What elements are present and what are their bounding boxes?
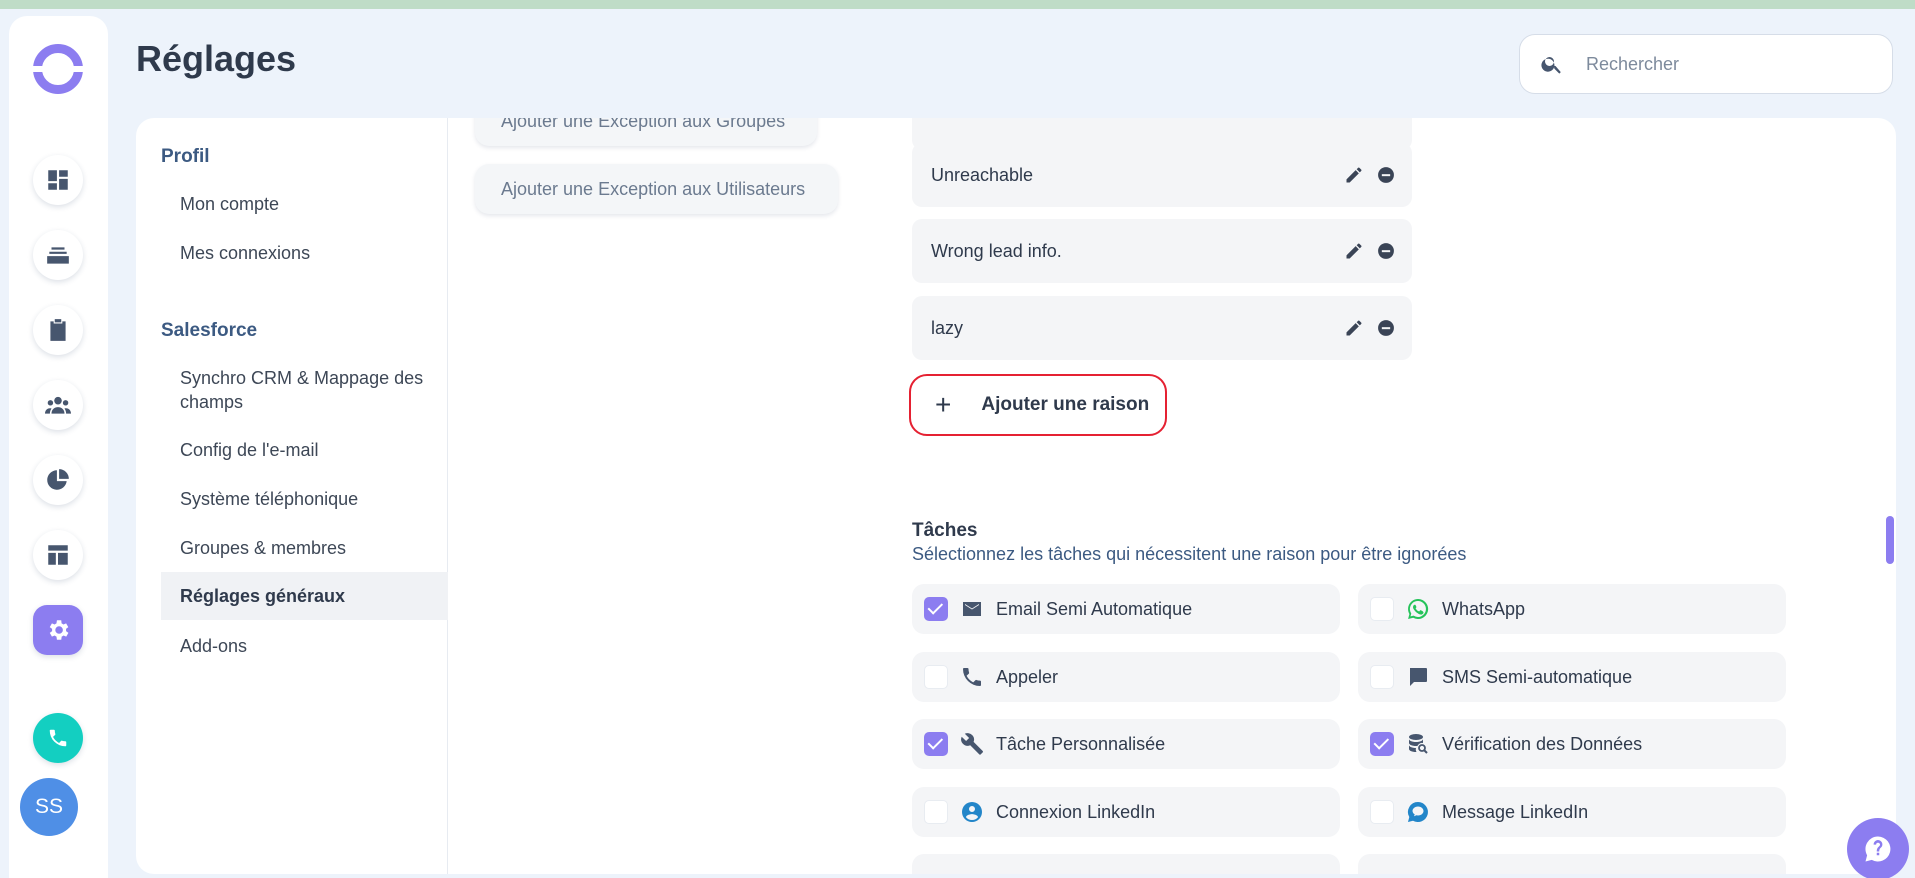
nav-item-mes-connexions[interactable]: Mes connexions [161,241,448,265]
nav-dialer[interactable] [33,713,83,763]
task-label: Connexion LinkedIn [996,801,1156,822]
reason-item: Unreachable [912,143,1412,207]
help-chat-icon [1865,836,1891,862]
help-chat-button[interactable] [1847,818,1909,878]
task-label: Tâche Personnalisée [996,733,1166,754]
nav-reports[interactable] [33,455,83,505]
add-reason-label: Ajouter une raison [981,394,1150,415]
task-label: Appeler [996,666,1059,687]
nav-inbox[interactable] [33,230,83,280]
linkedin-message-icon [1407,801,1428,822]
phone-icon [963,668,981,686]
tasks-subtitle: Sélectionnez les tâches qui nécessitent … [912,544,1467,564]
nav-item-systeme-telephonique[interactable]: Système téléphonique [161,487,448,511]
task-message-linkedin[interactable]: Message LinkedIn [1358,787,1786,837]
plus-icon: + [935,389,952,420]
nav-section-salesforce: Salesforce [161,320,258,341]
remove-icon[interactable] [1376,241,1396,261]
task-verification-donnees[interactable]: Vérification des Données [1358,719,1786,769]
reason-label: Wrong lead info. [931,240,1062,261]
pie-chart-icon [47,469,69,490]
database-search-icon [1409,734,1428,754]
nav-templates[interactable] [33,530,83,580]
edit-icon[interactable] [1344,318,1364,338]
task-checkbox[interactable] [1370,665,1394,689]
nav-item-reglages-generaux[interactable]: Réglages généraux [161,572,448,620]
task-checkbox[interactable] [1370,597,1394,621]
nav-dashboard[interactable] [33,155,83,205]
top-stripe [0,0,1915,9]
task-checkbox[interactable] [924,732,948,756]
nav-section-profil: Profil [161,146,210,167]
nav-contacts[interactable] [33,380,83,430]
task-email-semi-auto[interactable]: Email Semi Automatique [912,584,1340,634]
tasks-title: Tâches [912,520,978,541]
app-logo[interactable] [30,44,86,94]
remove-icon[interactable] [1376,165,1396,185]
task-connexion-linkedin[interactable]: Connexion LinkedIn [912,787,1340,837]
reason-item: lazy [912,296,1412,360]
search-box[interactable] [1519,34,1893,94]
nav-item-config-email[interactable]: Config de l'e-mail [161,438,448,462]
task-personnalisee[interactable]: Tâche Personnalisée [912,719,1340,769]
edit-icon[interactable] [1344,165,1364,185]
envelope-icon [963,602,981,616]
task-checkbox[interactable] [1370,800,1394,824]
task-checkbox[interactable] [1370,732,1394,756]
task-checkbox[interactable] [924,800,948,824]
edit-icon[interactable] [1344,241,1364,261]
dashboard-icon [48,170,68,190]
wrench-icon [961,733,983,755]
task-sms[interactable]: SMS Semi-automatique [1358,652,1786,702]
nav-settings[interactable] [33,605,83,655]
task-partial-row [912,854,1340,874]
search-icon [1541,57,1561,74]
reason-label: lazy [931,317,964,338]
add-group-exception-button[interactable]: Ajouter une Exception aux Groupes [475,118,817,146]
task-label: Email Semi Automatique [996,598,1193,619]
reason-label: Unreachable [931,164,1034,185]
nav-item-groupes-membres[interactable]: Groupes & membres [161,536,448,560]
page-title: Réglages [136,38,297,79]
settings-panel: Profil Mon compte Mes connexions Salesfo… [136,118,1896,874]
reason-item: Wrong lead info. [912,219,1412,283]
task-label: WhatsApp [1442,598,1526,619]
scrollbar-thumb[interactable] [1886,516,1894,564]
task-whatsapp[interactable]: WhatsApp [1358,584,1786,634]
task-label: Vérification des Données [1442,733,1643,754]
add-reason-button[interactable]: + Ajouter une raison [909,374,1167,436]
gear-icon [49,620,69,640]
chat-bubble-icon [1410,668,1427,686]
task-partial-row [1358,854,1786,874]
clipboard-icon [50,319,66,341]
layout-icon [48,545,68,565]
task-checkbox[interactable] [924,665,948,689]
nav-tasks[interactable] [33,305,83,355]
nav-item-add-ons[interactable]: Add-ons [161,634,448,658]
nav-item-synchro-crm[interactable]: Synchro CRM & Mappage des champs [161,366,448,414]
task-label: SMS Semi-automatique [1442,666,1633,687]
phone-icon [49,729,67,747]
whatsapp-icon [1408,598,1429,619]
people-icon [45,396,71,414]
linkedin-person-icon [962,802,982,822]
settings-nav: Profil Mon compte Mes connexions Salesfo… [136,118,448,874]
task-label: Message LinkedIn [1442,801,1589,822]
avatar-initials: SS [34,795,63,818]
remove-icon[interactable] [1376,318,1396,338]
stack-icon [47,247,69,264]
user-avatar[interactable]: SS [20,778,78,836]
task-appeler[interactable]: Appeler [912,652,1340,702]
search-input[interactable] [1586,53,1866,75]
add-user-exception-button[interactable]: Ajouter une Exception aux Utilisateurs [475,164,838,214]
task-checkbox[interactable] [924,597,948,621]
nav-item-mon-compte[interactable]: Mon compte [161,192,448,216]
